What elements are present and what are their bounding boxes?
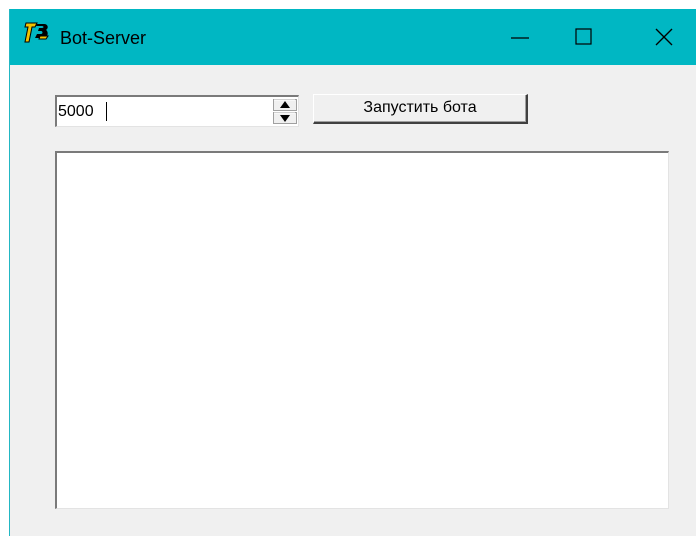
maximize-icon [575, 28, 592, 45]
port-spin-edit[interactable]: 5000 [55, 95, 299, 127]
close-button[interactable] [632, 9, 696, 65]
close-icon [655, 28, 673, 46]
title-bar[interactable]: Bot-Server [10, 9, 696, 65]
arrow-up-icon[interactable] [273, 99, 297, 111]
text-caret [106, 102, 107, 121]
run-bot-button[interactable]: Запустить бота [313, 94, 528, 124]
maximize-button[interactable] [552, 9, 616, 65]
minimize-button[interactable] [488, 9, 552, 65]
window-title: Bot-Server [60, 28, 147, 48]
spin-buttons [273, 99, 297, 124]
minimize-icon [511, 37, 529, 39]
bot-server-window: Bot-Server 5000 Запустить бота [9, 9, 696, 536]
delphi-app-icon [24, 22, 49, 43]
port-value[interactable]: 5000 [58, 101, 94, 123]
log-memo[interactable] [55, 151, 669, 509]
arrow-down-icon[interactable] [273, 112, 297, 124]
